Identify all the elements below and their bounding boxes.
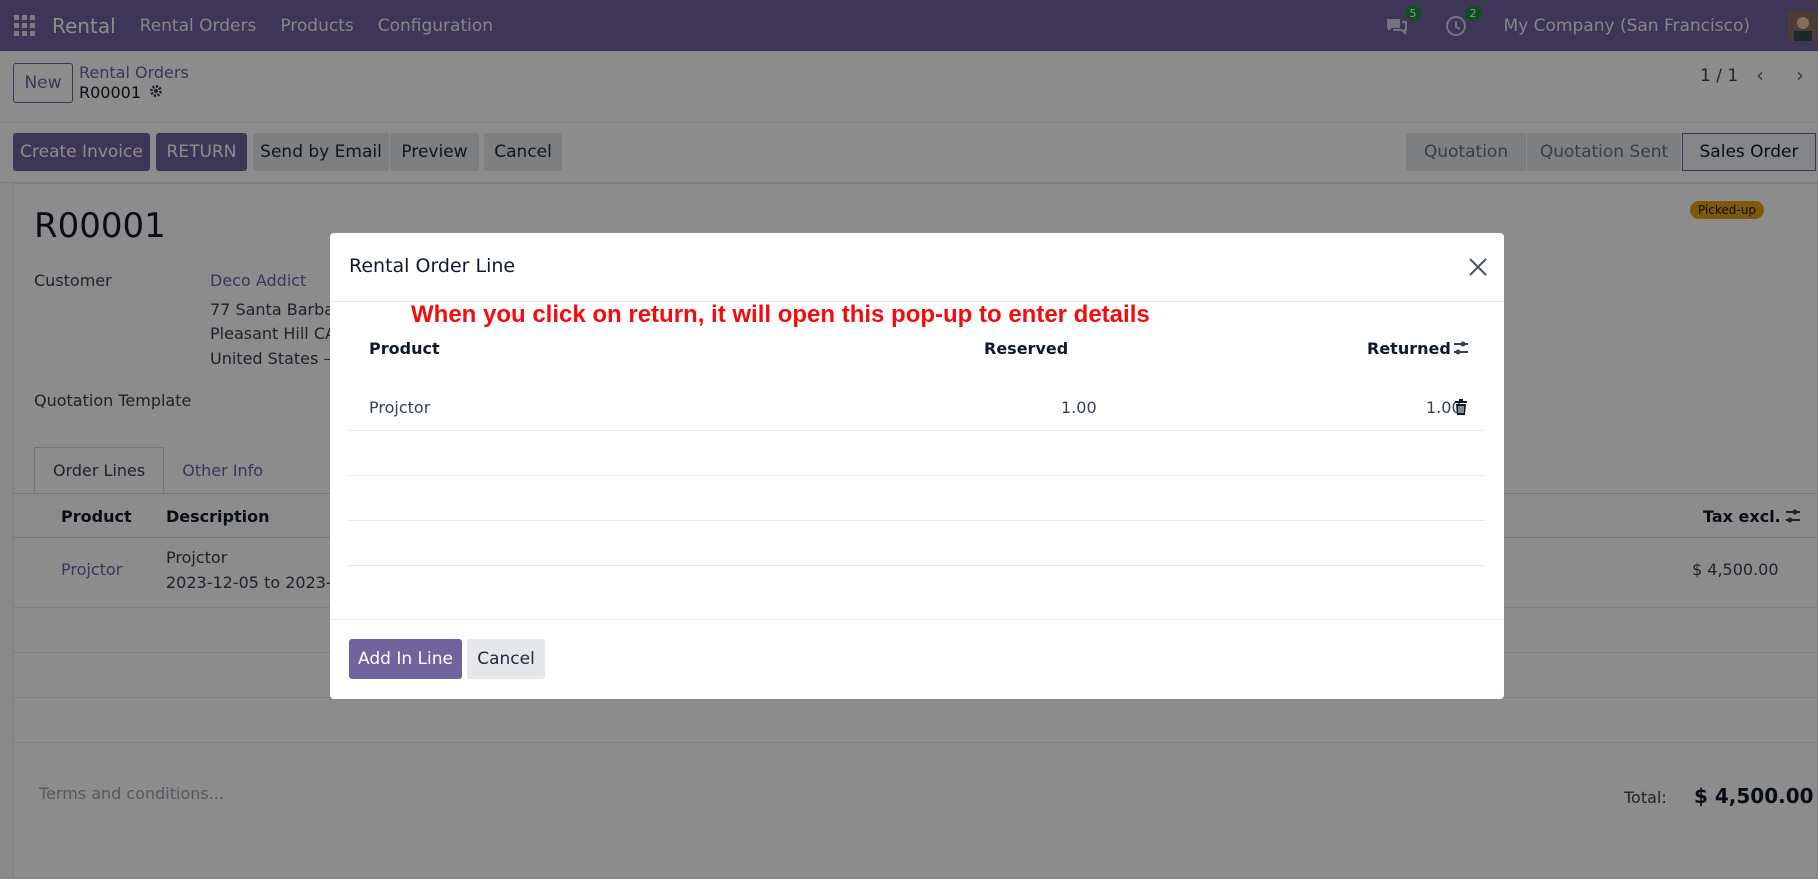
empty-row [349,476,1485,521]
dialog-column-product[interactable]: Product [369,339,440,358]
dialog-line-reserved[interactable]: 1.00 [1061,398,1097,417]
dialog-column-reserved[interactable]: Reserved [984,339,1068,358]
optional-columns-icon[interactable] [1452,339,1470,361]
tutorial-annotation: When you click on return, it will open t… [411,301,1150,328]
trash-icon[interactable] [1454,399,1468,419]
dialog-cancel-button[interactable]: Cancel [467,639,545,679]
dialog-table-header: Product Reserved Returned [349,339,1485,379]
dialog-line-product: Projctor [369,398,431,417]
rental-order-line-dialog: Rental Order Line When you click on retu… [330,233,1504,699]
dialog-footer: Add In Line Cancel [330,619,1504,699]
empty-row [349,521,1485,566]
add-in-line-button[interactable]: Add In Line [349,639,462,679]
dialog-title: Rental Order Line [349,255,516,277]
table-row[interactable]: Projctor 1.00 1.00 [349,386,1485,431]
dialog-header: Rental Order Line [330,233,1504,302]
close-icon[interactable] [1464,253,1492,281]
empty-row [349,431,1485,476]
dialog-column-returned[interactable]: Returned [1367,339,1451,358]
